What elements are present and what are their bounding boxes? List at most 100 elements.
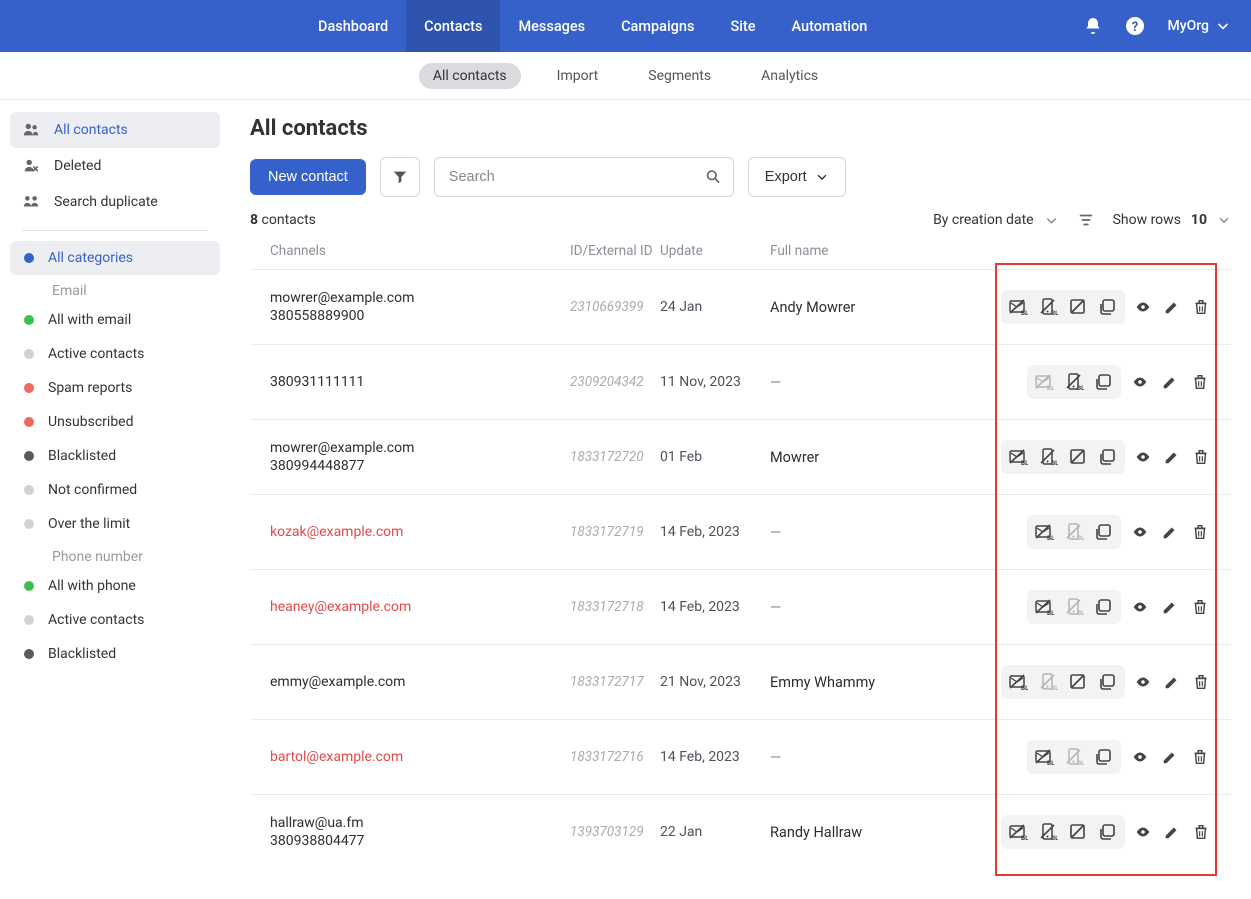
- bl-mail-button[interactable]: [1033, 746, 1055, 768]
- contact-fullname: —: [770, 599, 1001, 616]
- contact-channel: kozak@example.com: [270, 524, 570, 540]
- stack-button[interactable]: [1097, 296, 1119, 318]
- eye-button[interactable]: [1129, 371, 1151, 393]
- show-rows-value: 10: [1191, 212, 1207, 228]
- contact-channel: 380931111111: [270, 374, 570, 390]
- pen-button[interactable]: [1162, 821, 1183, 843]
- sidebar-item-not-confirmed[interactable]: Not confirmed: [10, 473, 220, 507]
- bl-strike-button[interactable]: [1067, 296, 1089, 318]
- pen-button[interactable]: [1162, 671, 1183, 693]
- eye-button[interactable]: [1129, 746, 1151, 768]
- eye-button[interactable]: [1133, 671, 1154, 693]
- trash-button[interactable]: [1189, 371, 1211, 393]
- contact-id: 1833172720: [570, 449, 660, 465]
- bl-mail-button[interactable]: [1033, 371, 1055, 393]
- eye-button[interactable]: [1133, 446, 1154, 468]
- sidebar-item-active-contacts[interactable]: Active contacts: [10, 337, 220, 371]
- sort-direction-button[interactable]: [1077, 211, 1095, 229]
- pen-button[interactable]: [1159, 746, 1181, 768]
- trash-button[interactable]: [1190, 296, 1211, 318]
- nav-item-campaigns[interactable]: Campaigns: [603, 0, 712, 52]
- col-header-id: ID/External ID: [570, 243, 660, 259]
- filter-button[interactable]: [380, 157, 420, 197]
- subtab-import[interactable]: Import: [543, 63, 613, 89]
- sidebar-item-search-duplicate[interactable]: Search duplicate: [10, 184, 220, 220]
- sidebar-item-unsubscribed[interactable]: Unsubscribed: [10, 405, 220, 439]
- bl-mail-button[interactable]: [1007, 296, 1029, 318]
- pen-button[interactable]: [1159, 596, 1181, 618]
- nav-item-contacts[interactable]: Contacts: [406, 0, 500, 52]
- stack-button[interactable]: [1097, 821, 1119, 843]
- bl-phone-button[interactable]: [1063, 596, 1085, 618]
- stack-button[interactable]: [1093, 371, 1115, 393]
- sidebar-item-deleted[interactable]: Deleted: [10, 148, 220, 184]
- toolbar: New contact Export: [250, 157, 1231, 197]
- sort-label: By creation date: [933, 212, 1034, 228]
- trash-button[interactable]: [1189, 746, 1211, 768]
- bl-mail-button[interactable]: [1007, 446, 1029, 468]
- bl-phone-button[interactable]: [1037, 821, 1059, 843]
- help-icon[interactable]: [1125, 16, 1145, 36]
- sidebar-item-spam-reports[interactable]: Spam reports: [10, 371, 220, 405]
- stack-button[interactable]: [1093, 596, 1115, 618]
- bl-phone-button[interactable]: [1063, 746, 1085, 768]
- stack-button[interactable]: [1097, 446, 1119, 468]
- subtab-all-contacts[interactable]: All contacts: [419, 63, 521, 89]
- sidebar-item-all-with-phone[interactable]: All with phone: [10, 569, 220, 603]
- nav-item-dashboard[interactable]: Dashboard: [300, 0, 406, 52]
- duplicate-icon: [22, 193, 40, 211]
- show-rows-control[interactable]: Show rows 10: [1113, 212, 1231, 228]
- bl-mail-button[interactable]: [1007, 821, 1029, 843]
- page-title: All contacts: [250, 116, 1231, 141]
- bl-strike-button[interactable]: [1067, 671, 1089, 693]
- sidebar-item-all-with-email[interactable]: All with email: [10, 303, 220, 337]
- org-switcher[interactable]: MyOrg: [1167, 18, 1231, 34]
- trash-button[interactable]: [1190, 671, 1211, 693]
- new-contact-button[interactable]: New contact: [250, 159, 366, 195]
- bl-strike-button[interactable]: [1067, 446, 1089, 468]
- sidebar-item-blacklisted[interactable]: Blacklisted: [10, 637, 220, 671]
- bl-phone-button[interactable]: [1063, 521, 1085, 543]
- stack-button[interactable]: [1097, 671, 1119, 693]
- bl-phone-button[interactable]: [1063, 371, 1085, 393]
- trash-button[interactable]: [1189, 521, 1211, 543]
- subtab-analytics[interactable]: Analytics: [747, 63, 832, 89]
- bl-mail-button[interactable]: [1007, 671, 1029, 693]
- pen-button[interactable]: [1159, 371, 1181, 393]
- eye-button[interactable]: [1133, 821, 1154, 843]
- nav-item-automation[interactable]: Automation: [774, 0, 886, 52]
- pen-button[interactable]: [1162, 296, 1183, 318]
- bl-strike-button[interactable]: [1067, 821, 1089, 843]
- export-button[interactable]: Export: [748, 157, 846, 197]
- trash-button[interactable]: [1190, 821, 1211, 843]
- bl-mail-button[interactable]: [1033, 521, 1055, 543]
- sidebar-item-all-contacts[interactable]: All contacts: [10, 112, 220, 148]
- stack-button[interactable]: [1093, 746, 1115, 768]
- bell-icon[interactable]: [1083, 16, 1103, 36]
- trash-button[interactable]: [1189, 596, 1211, 618]
- sidebar-item-all-categories[interactable]: All categories: [10, 241, 220, 275]
- eye-button[interactable]: [1129, 521, 1151, 543]
- contact-fullname: —: [770, 524, 1001, 541]
- bl-mail-button[interactable]: [1033, 596, 1055, 618]
- sidebar-item-blacklisted[interactable]: Blacklisted: [10, 439, 220, 473]
- trash-button[interactable]: [1190, 446, 1211, 468]
- sidebar-item-over-the-limit[interactable]: Over the limit: [10, 507, 220, 541]
- contact-update: 11 Nov, 2023: [660, 374, 770, 390]
- blacklist-action-group: [1027, 515, 1121, 549]
- sort-dropdown[interactable]: By creation date: [933, 212, 1059, 228]
- bl-phone-button[interactable]: [1037, 296, 1059, 318]
- pen-button[interactable]: [1162, 446, 1183, 468]
- nav-item-site[interactable]: Site: [712, 0, 773, 52]
- eye-button[interactable]: [1129, 596, 1151, 618]
- bl-phone-button[interactable]: [1037, 671, 1059, 693]
- bl-phone-button[interactable]: [1037, 446, 1059, 468]
- nav-item-messages[interactable]: Messages: [500, 0, 603, 52]
- pen-button[interactable]: [1159, 521, 1181, 543]
- stack-button[interactable]: [1093, 521, 1115, 543]
- search-input[interactable]: [434, 157, 734, 197]
- sidebar-item-active-contacts[interactable]: Active contacts: [10, 603, 220, 637]
- eye-button[interactable]: [1133, 296, 1154, 318]
- subtab-segments[interactable]: Segments: [634, 63, 725, 89]
- chevron-down-icon: [815, 170, 829, 184]
